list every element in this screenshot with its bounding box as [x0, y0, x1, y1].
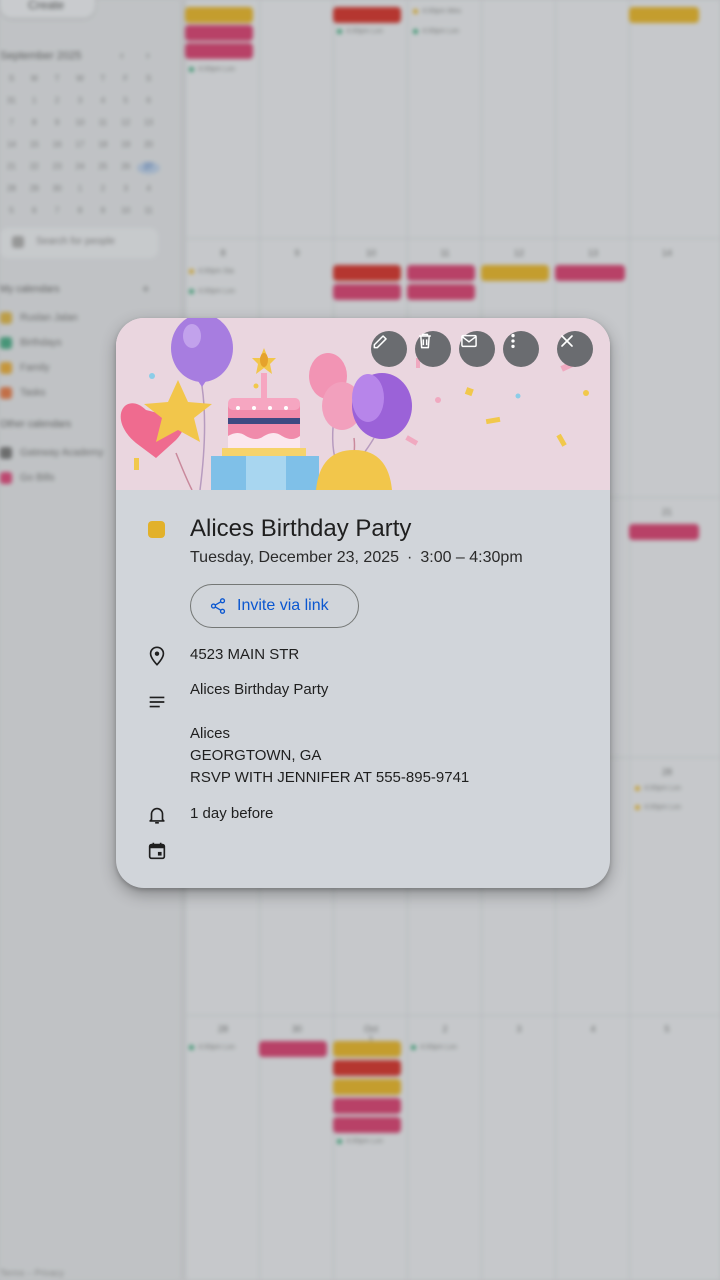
event-description-line: Alices [190, 725, 231, 742]
event-time: 3:00 – 4:30pm [420, 549, 523, 566]
datetime-separator: · [407, 549, 413, 566]
more-options-button[interactable] [503, 331, 539, 367]
share-icon [210, 598, 226, 614]
event-title: Alices Birthday Party [190, 515, 412, 542]
event-reminder: 1 day before [190, 805, 274, 822]
event-datetime: Tuesday, December 23, 2025 · 3:00 – 4:30pm [190, 549, 523, 567]
location-pin-icon [149, 646, 165, 666]
edit-button[interactable] [371, 331, 407, 367]
notes-icon [149, 696, 165, 708]
mail-icon [461, 334, 477, 348]
bell-icon [149, 807, 165, 824]
invite-label: Invite via link [237, 597, 329, 614]
pencil-icon [373, 335, 387, 349]
calendar-icon [148, 842, 166, 860]
event-color-chip [148, 521, 165, 538]
invite-via-link-button[interactable]: Invite via link [190, 584, 359, 628]
trash-icon [419, 333, 431, 349]
event-description-line: RSVP WITH JENNIFER AT 555-895-9741 [190, 769, 470, 786]
email-guests-button[interactable] [459, 331, 495, 367]
close-icon [561, 335, 573, 347]
birthday-header-illustration [116, 318, 610, 490]
event-description-line: Alices Birthday Party [190, 681, 329, 698]
close-button[interactable] [557, 331, 593, 367]
more-vert-icon [511, 333, 515, 349]
event-description-line: GEORGTOWN, GA [190, 747, 322, 764]
event-date: Tuesday, December 23, 2025 [190, 549, 400, 566]
event-location[interactable]: 4523 MAIN STR [190, 644, 299, 666]
delete-button[interactable] [415, 331, 451, 367]
event-detail-card: Alices Birthday Party Tuesday, December … [116, 318, 610, 888]
